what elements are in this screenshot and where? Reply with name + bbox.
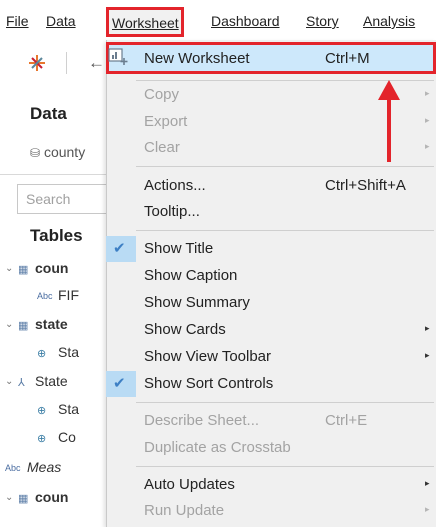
tree-item-hierarchy[interactable]: ⌄ ⅄ State (0, 372, 112, 398)
menu-story[interactable]: Story (306, 13, 339, 29)
tableau-logo-icon[interactable] (28, 54, 46, 72)
menu-item-label: Actions... (144, 177, 206, 194)
tree-label: coun (35, 260, 69, 276)
menu-item-tooltip[interactable]: Tooltip... (106, 199, 436, 225)
menu-worksheet[interactable]: Worksheet (106, 7, 184, 37)
toolbar-separator (66, 52, 67, 74)
tree-item-field[interactable]: ⊕ Sta (0, 400, 112, 426)
menu-item-label: Show Title (144, 240, 214, 257)
submenu-arrow-icon: ▸ (425, 323, 430, 333)
tree-item-field[interactable]: ⊕ Co (0, 428, 112, 454)
datasource-icon: ⛁ (30, 146, 41, 160)
menu-item-show-caption[interactable]: Show Caption (106, 263, 436, 289)
menu-file[interactable]: File (6, 13, 29, 29)
back-arrow-icon[interactable]: ← (88, 53, 105, 73)
globe-icon: ⊕ (37, 348, 47, 360)
menu-item-show-title[interactable]: Show Title (106, 236, 436, 262)
string-type-icon: Abc (37, 291, 53, 301)
globe-icon: ⊕ (37, 433, 47, 445)
menu-item-auto-updates[interactable]: Auto Updates ▸ (106, 472, 436, 498)
menu-item-shortcut: Ctrl+Shift+A (325, 177, 406, 194)
tree-label: Sta (58, 344, 80, 360)
table-icon: ▦ (18, 493, 29, 505)
menu-item-label: Duplicate as Crosstab (144, 439, 291, 456)
menu-item-label: Tooltip... (144, 203, 200, 220)
chevron-down-icon[interactable]: ⌄ (5, 319, 13, 330)
menu-item-label: Show Caption (144, 267, 238, 284)
menu-separator (136, 166, 434, 167)
datasource-label: county (43, 144, 86, 160)
tree-item-table[interactable]: ⌄ ▦ coun (0, 259, 112, 285)
menu-data[interactable]: Data (46, 13, 76, 29)
new-worksheet-icon (108, 48, 128, 65)
menu-item-label: Export (144, 113, 188, 130)
submenu-arrow-icon: ▸ (425, 350, 430, 360)
datasource-item[interactable]: ⛁ county (30, 144, 85, 160)
menu-item-actions[interactable]: Actions... Ctrl+Shift+A (106, 173, 436, 199)
tree-item-table[interactable]: ⌄ ▦ coun (0, 488, 112, 514)
menu-item-shortcut: Ctrl+M (325, 50, 370, 67)
data-heading: Data (30, 104, 67, 123)
menu-item-label: Show Sort Controls (144, 375, 274, 392)
menu-item-label: Show Cards (144, 321, 226, 338)
tree-item-field[interactable]: Abc FIF (0, 286, 112, 312)
submenu-arrow-icon: ▸ (425, 115, 430, 125)
menu-item-label: Show Summary (144, 294, 250, 311)
menu-item-label: Run Update (144, 502, 225, 519)
chevron-down-icon[interactable]: ⌄ (5, 376, 13, 387)
tree-label: Sta (58, 401, 80, 417)
menu-item-show-sort-controls[interactable]: Show Sort Controls (106, 371, 436, 397)
menu-item-label: Auto Updates (144, 476, 235, 493)
menu-dashboard[interactable]: Dashboard (211, 13, 280, 29)
table-icon: ▦ (18, 264, 29, 276)
menu-item-label: New Worksheet (144, 50, 250, 67)
menu-separator (136, 402, 434, 403)
menu-item-show-summary[interactable]: Show Summary (106, 290, 436, 316)
globe-icon: ⊕ (37, 405, 47, 417)
hierarchy-icon: ⅄ (18, 377, 25, 389)
annotation-arrow-icon (378, 80, 400, 162)
menu-item-run-update[interactable]: Run Update ▸ (106, 498, 436, 524)
tree-item-field[interactable]: ⊕ Sta (0, 343, 112, 369)
chevron-down-icon[interactable]: ⌄ (5, 492, 13, 503)
search-box[interactable] (17, 184, 118, 214)
tree-label: State (35, 373, 68, 389)
menu-item-show-cards[interactable]: Show Cards ▸ (106, 317, 436, 343)
tree-label: FIF (58, 287, 79, 303)
table-icon: ▦ (18, 320, 29, 332)
tree-label: Co (58, 429, 76, 445)
menu-bar: File Data Worksheet Dashboard Story Anal… (0, 0, 436, 40)
tree-item-table[interactable]: ⌄ ▦ state (0, 315, 112, 341)
menu-item-show-view-toolbar[interactable]: Show View Toolbar ▸ (106, 344, 436, 370)
panel-divider (0, 174, 112, 175)
tree-label: Meas (27, 459, 62, 475)
tree-label: coun (35, 489, 69, 505)
menu-item-new-worksheet[interactable]: New Worksheet Ctrl+M (106, 42, 436, 74)
menu-analysis[interactable]: Analysis (363, 13, 415, 29)
string-type-icon: Abc (5, 463, 21, 473)
submenu-arrow-icon: ▸ (425, 141, 430, 151)
menu-item-label: Show View Toolbar (144, 348, 272, 365)
tables-heading: Tables (30, 226, 83, 245)
menu-item-label: Clear (144, 139, 180, 156)
chevron-down-icon[interactable]: ⌄ (5, 263, 13, 274)
menu-item-describe-sheet[interactable]: Describe Sheet... Ctrl+E (106, 408, 436, 434)
submenu-arrow-icon: ▸ (425, 478, 430, 488)
menu-separator (136, 230, 434, 231)
menu-item-label: Describe Sheet... (144, 412, 260, 429)
menu-item-label: Copy (144, 86, 180, 103)
menu-separator (136, 466, 434, 467)
search-input[interactable] (26, 191, 118, 207)
menu-item-duplicate-crosstab[interactable]: Duplicate as Crosstab (106, 435, 436, 461)
tree-item-field[interactable]: Abc Meas (0, 458, 112, 484)
menu-item-shortcut: Ctrl+E (325, 412, 368, 429)
tree-label: state (35, 316, 68, 332)
submenu-arrow-icon: ▸ (425, 88, 430, 98)
submenu-arrow-icon: ▸ (425, 504, 430, 514)
